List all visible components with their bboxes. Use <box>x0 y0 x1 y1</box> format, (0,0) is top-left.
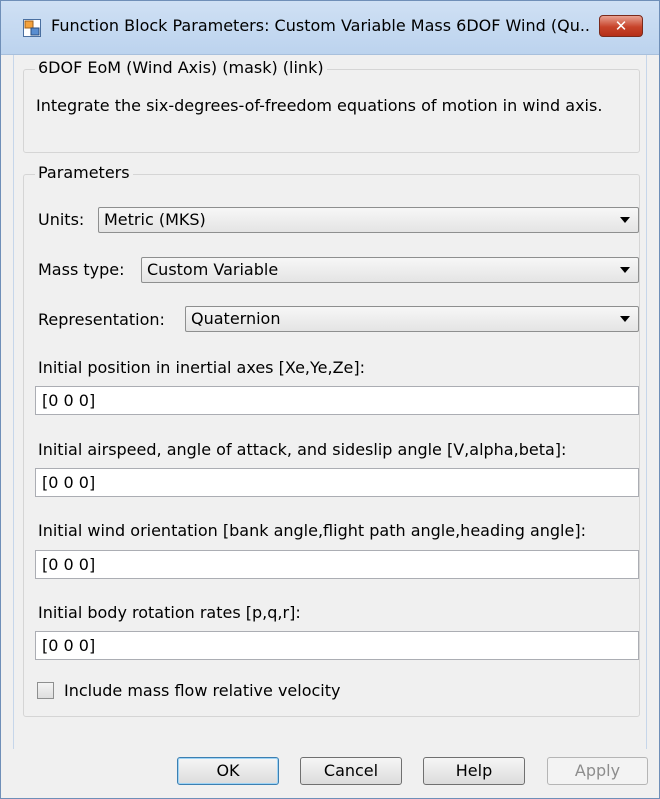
initial-airspeed-label: Initial airspeed, angle of attack, and s… <box>38 440 567 459</box>
representation-value: Quaternion <box>191 309 281 328</box>
parameters-group-title: Parameters <box>35 163 133 182</box>
mass-flow-checkbox[interactable] <box>37 682 54 699</box>
ok-button[interactable]: OK <box>177 757 279 785</box>
units-value: Metric (MKS) <box>104 210 206 229</box>
mass-flow-checkbox-label[interactable]: Include mass flow relative velocity <box>64 681 340 700</box>
representation-dropdown[interactable]: Quaternion <box>185 306 639 332</box>
cancel-button[interactable]: Cancel <box>300 757 402 785</box>
initial-body-rates-label: Initial body rotation rates [p,q,r]: <box>38 603 301 622</box>
units-label: Units: <box>38 210 85 229</box>
initial-wind-orientation-label: Initial wind orientation [bank angle,fli… <box>38 521 586 540</box>
description-text: Integrate the six-degrees-of-freedom equ… <box>36 96 603 115</box>
chevron-down-icon <box>620 217 630 223</box>
description-group-title: 6DOF EoM (Wind Axis) (mask) (link) <box>35 58 327 77</box>
close-icon: ✕ <box>614 17 628 35</box>
chevron-down-icon <box>620 267 630 273</box>
mass-type-dropdown[interactable]: Custom Variable <box>141 257 639 283</box>
initial-airspeed-input[interactable]: [0 0 0] <box>35 468 639 497</box>
mass-type-label: Mass type: <box>38 260 125 279</box>
initial-wind-orientation-input[interactable]: [0 0 0] <box>35 550 639 579</box>
simulink-block-icon <box>23 19 41 37</box>
mass-type-value: Custom Variable <box>147 260 279 279</box>
initial-position-label: Initial position in inertial axes [Xe,Ye… <box>38 358 366 377</box>
initial-position-input[interactable]: [0 0 0] <box>35 386 639 415</box>
units-dropdown[interactable]: Metric (MKS) <box>98 207 639 233</box>
help-button[interactable]: Help <box>423 757 525 785</box>
chevron-down-icon <box>620 316 630 322</box>
initial-body-rates-input[interactable]: [0 0 0] <box>35 631 639 660</box>
apply-button[interactable]: Apply <box>547 757 648 785</box>
representation-label: Representation: <box>38 310 165 329</box>
window-title: Function Block Parameters: Custom Variab… <box>51 16 591 35</box>
dialog-window: Function Block Parameters: Custom Variab… <box>0 0 660 799</box>
close-button[interactable]: ✕ <box>599 15 643 37</box>
title-bar[interactable]: Function Block Parameters: Custom Variab… <box>1 1 659 55</box>
